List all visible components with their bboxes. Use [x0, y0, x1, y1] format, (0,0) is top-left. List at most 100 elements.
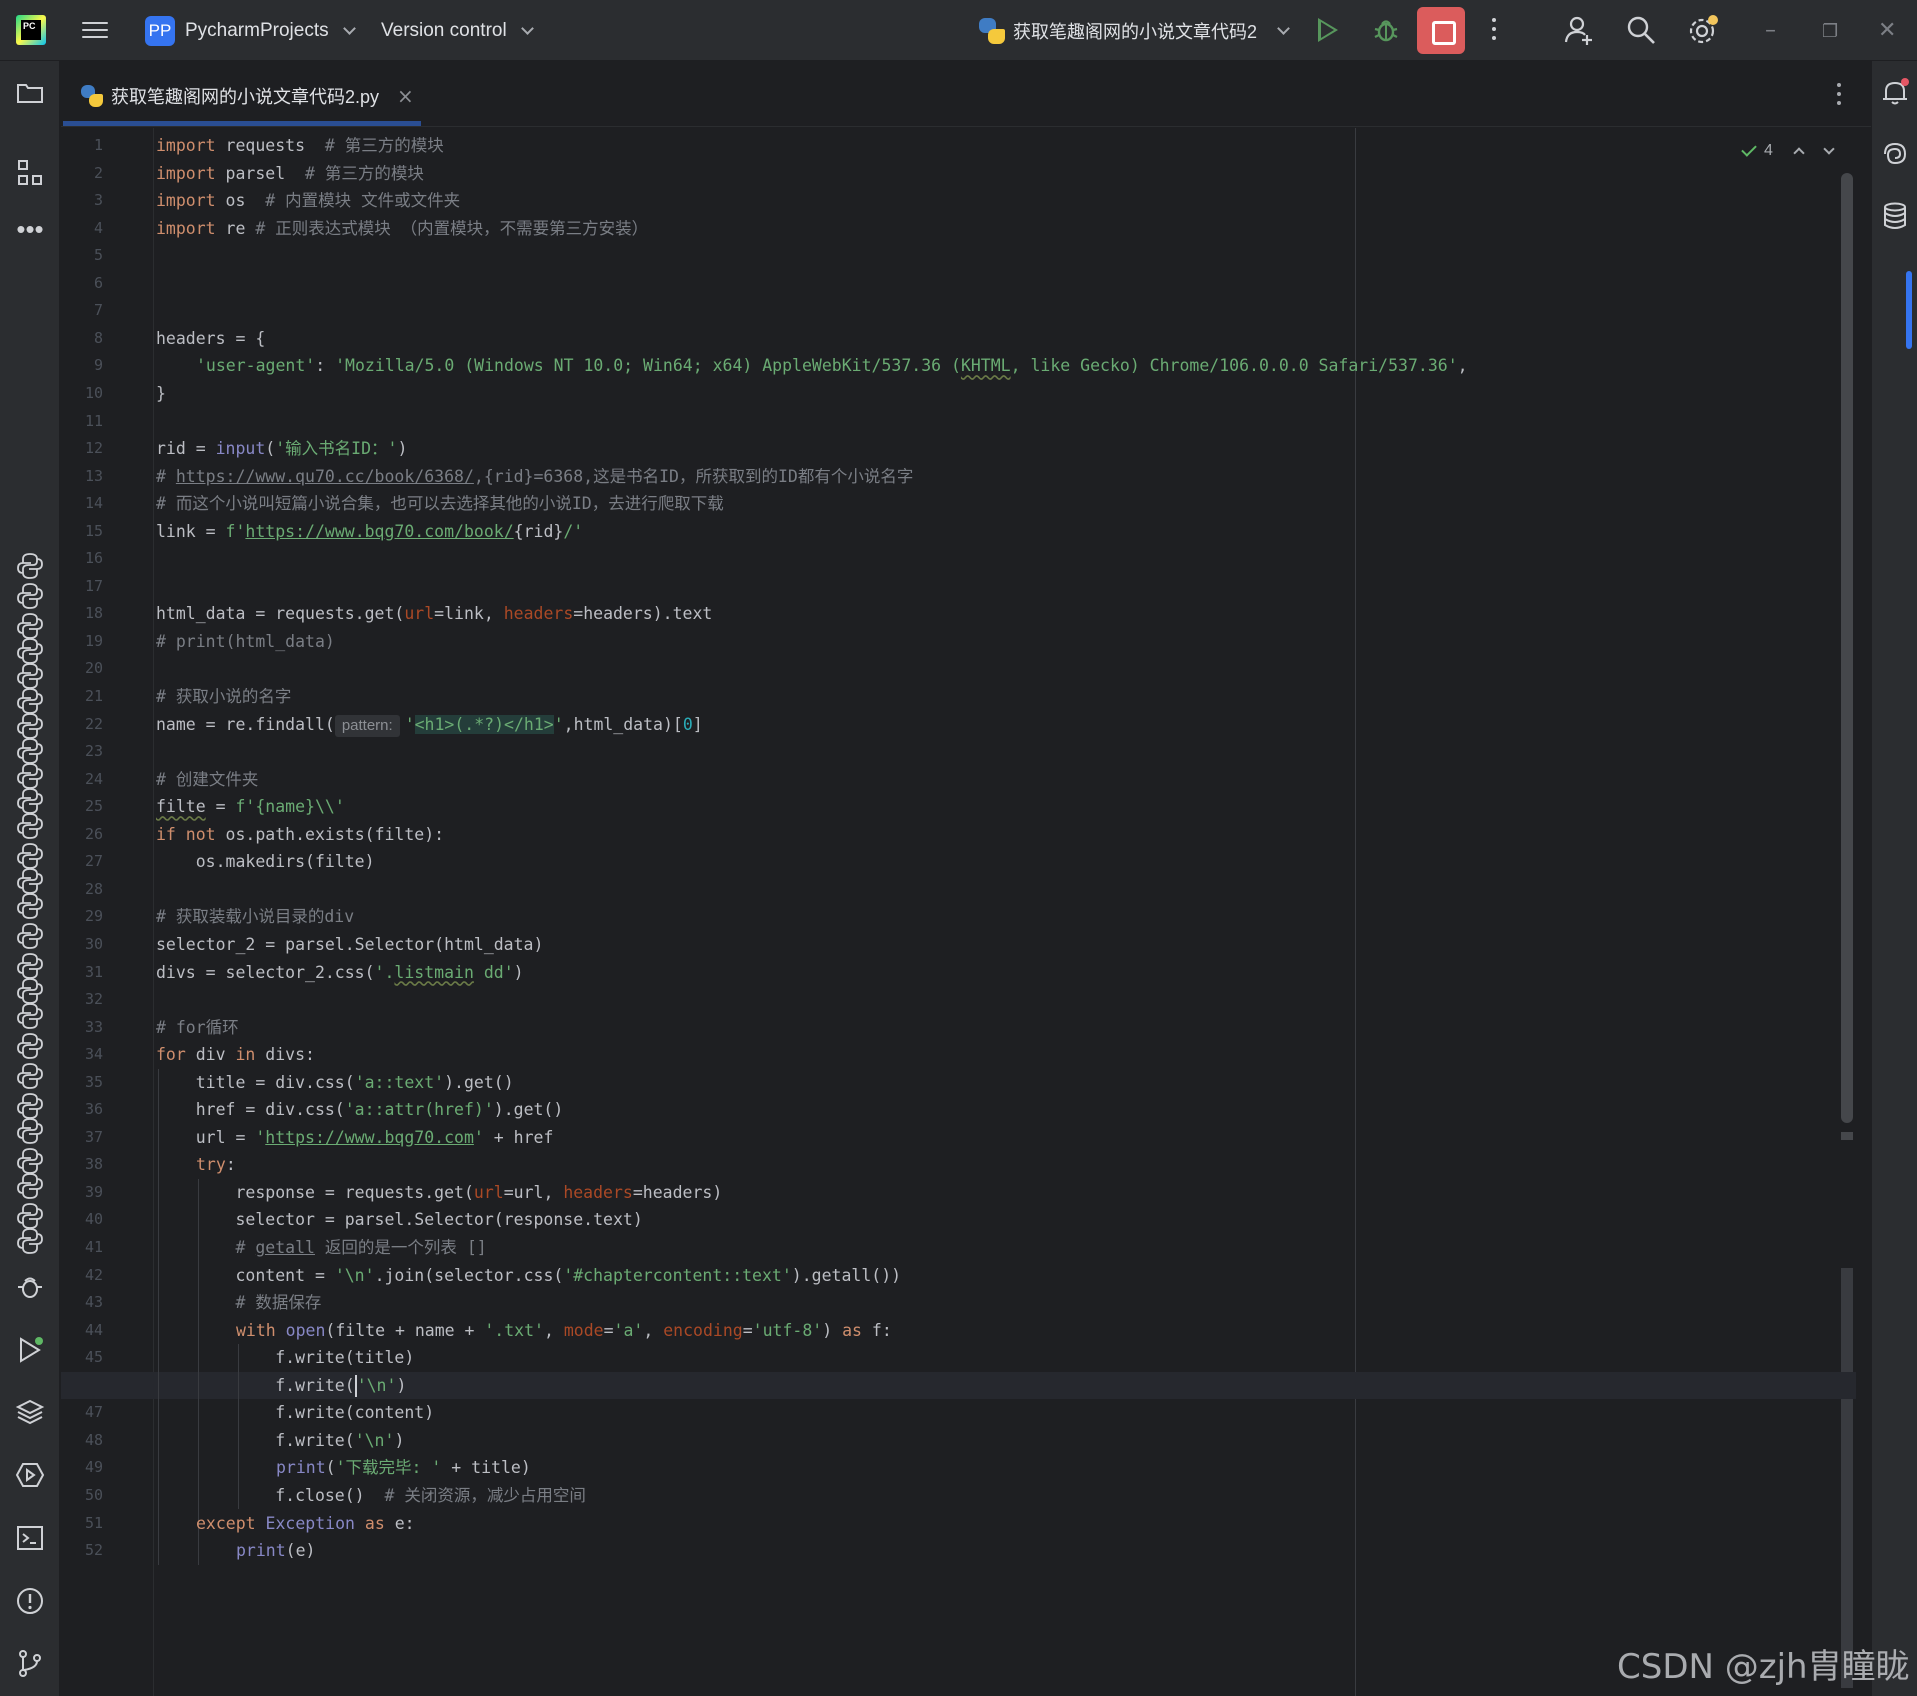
python-console-icon[interactable]	[15, 1001, 45, 1031]
line-number[interactable]: 12	[61, 435, 103, 463]
gutter-separator	[153, 128, 154, 1696]
run-tool-icon[interactable]	[15, 1335, 45, 1365]
git-branch-icon[interactable]	[15, 1648, 45, 1678]
stop-icon[interactable]	[1417, 7, 1465, 54]
line-number[interactable]: 11	[61, 408, 103, 436]
python-console-icon[interactable]	[15, 551, 45, 581]
line-number[interactable]: 37	[61, 1124, 103, 1152]
code-line: except Exception as e:	[196, 1513, 415, 1533]
line-number[interactable]: 29	[61, 903, 103, 931]
more-tools-icon[interactable]: •••	[15, 216, 45, 251]
close-window-icon[interactable]: ✕	[1878, 18, 1896, 43]
python-packages-icon[interactable]	[15, 1397, 45, 1427]
code-line: divs = selector_2.css('.listmain dd')	[156, 962, 524, 982]
version-control-label: Version control	[381, 20, 507, 41]
line-number[interactable]: 45	[61, 1344, 103, 1372]
line-number[interactable]: 38	[61, 1151, 103, 1179]
python-console-icon[interactable]	[15, 581, 45, 611]
minimize-icon[interactable]: –	[1765, 18, 1776, 43]
line-number[interactable]: 22	[61, 711, 103, 739]
line-number[interactable]: 43	[61, 1289, 103, 1317]
line-number[interactable]: 10	[61, 380, 103, 408]
settings-gear-icon[interactable]	[1687, 14, 1719, 46]
line-number[interactable]: 8	[61, 325, 103, 353]
line-number[interactable]: 25	[61, 793, 103, 821]
line-number[interactable]: 24	[61, 766, 103, 794]
line-number[interactable]: 17	[61, 573, 103, 601]
python-console-icon[interactable]	[15, 811, 45, 841]
line-number[interactable]: 6	[61, 270, 103, 298]
main-menu-icon[interactable]	[82, 17, 108, 41]
line-number[interactable]: 2	[61, 160, 103, 188]
line-number[interactable]: 42	[61, 1262, 103, 1290]
line-number[interactable]: 41	[61, 1234, 103, 1262]
line-number[interactable]: 47	[61, 1399, 103, 1427]
line-number[interactable]: 44	[61, 1317, 103, 1345]
version-control-menu[interactable]: Version control	[381, 14, 534, 48]
line-number[interactable]: 32	[61, 986, 103, 1014]
close-tab-icon[interactable]: ×	[397, 84, 414, 108]
line-number[interactable]: 40	[61, 1206, 103, 1234]
code-editor[interactable]: 1 2 3 4 5 6 7 8 9 10 11 12 13 14 15 16 17 18 19 20 21 22 23 24 2…	[61, 128, 1871, 1696]
line-number[interactable]: 49	[61, 1454, 103, 1482]
line-number[interactable]: 26	[61, 821, 103, 849]
project-selector[interactable]: PP PycharmProjects	[145, 14, 356, 48]
line-number[interactable]: 30	[61, 931, 103, 959]
debug-tool-icon[interactable]	[15, 1272, 45, 1302]
project-folder-icon[interactable]	[15, 78, 45, 108]
python-console-icon[interactable]	[15, 921, 45, 951]
restore-icon[interactable]: ❐	[1822, 21, 1838, 42]
line-number[interactable]: 51	[61, 1510, 103, 1538]
line-number[interactable]: 50	[61, 1482, 103, 1510]
line-number[interactable]: 52	[61, 1537, 103, 1565]
line-number[interactable]: 36	[61, 1096, 103, 1124]
line-number[interactable]: 15	[61, 518, 103, 546]
line-number[interactable]: 31	[61, 959, 103, 987]
more-actions-icon[interactable]	[1491, 18, 1497, 44]
database-icon[interactable]	[1880, 201, 1910, 231]
python-console-icon[interactable]	[15, 1171, 45, 1201]
line-number[interactable]: 5	[61, 242, 103, 270]
run-icon[interactable]	[1318, 18, 1338, 42]
code-area[interactable]: import requests # 第三方的模块 import parsel #…	[61, 128, 1856, 1696]
structure-icon[interactable]	[15, 158, 45, 188]
ai-assistant-icon[interactable]	[1880, 139, 1910, 169]
add-user-icon[interactable]	[1563, 14, 1595, 46]
tab-actions-icon[interactable]	[1837, 83, 1843, 109]
line-number[interactable]: 7	[61, 297, 103, 325]
python-console-icon[interactable]	[15, 891, 45, 921]
code-line-current: f.write('\n')	[156, 1372, 1871, 1400]
line-number[interactable]: 28	[61, 876, 103, 904]
run-configuration-selector[interactable]: 获取笔趣阁网的小说文章代码2	[979, 14, 1290, 48]
python-console-icon[interactable]	[15, 1031, 45, 1061]
problems-icon[interactable]	[15, 1586, 45, 1616]
python-console-icon[interactable]	[15, 1226, 45, 1256]
line-number[interactable]: 34	[61, 1041, 103, 1069]
line-number[interactable]: 35	[61, 1069, 103, 1097]
line-number[interactable]: 14	[61, 490, 103, 518]
line-number[interactable]: 23	[61, 738, 103, 766]
debug-icon[interactable]	[1372, 16, 1400, 44]
line-number[interactable]: 20	[61, 655, 103, 683]
line-number[interactable]: 9	[61, 352, 103, 380]
line-number[interactable]: 48	[61, 1427, 103, 1455]
terminal-icon[interactable]	[15, 1523, 45, 1553]
search-icon[interactable]	[1625, 14, 1657, 46]
services-icon[interactable]	[15, 1460, 45, 1490]
line-number[interactable]: 16	[61, 545, 103, 573]
line-number[interactable]: 39	[61, 1179, 103, 1207]
line-number[interactable]: 33	[61, 1014, 103, 1042]
line-number[interactable]: 27	[61, 848, 103, 876]
line-number[interactable]: 4	[61, 215, 103, 243]
tab-file[interactable]: 获取笔趣阁网的小说文章代码2.py ×	[81, 79, 414, 113]
line-number[interactable]: 19	[61, 628, 103, 656]
line-number[interactable]: 13	[61, 463, 103, 491]
line-number[interactable]: 18	[61, 600, 103, 628]
line-number[interactable]: 1	[61, 132, 103, 160]
python-console-icon[interactable]	[15, 1061, 45, 1091]
line-number[interactable]: 21	[61, 683, 103, 711]
pycharm-logo-icon[interactable]: PC	[16, 15, 46, 45]
python-console-icon[interactable]	[15, 1116, 45, 1146]
line-number[interactable]: 3	[61, 187, 103, 215]
notifications-bell-icon[interactable]	[1880, 77, 1910, 107]
